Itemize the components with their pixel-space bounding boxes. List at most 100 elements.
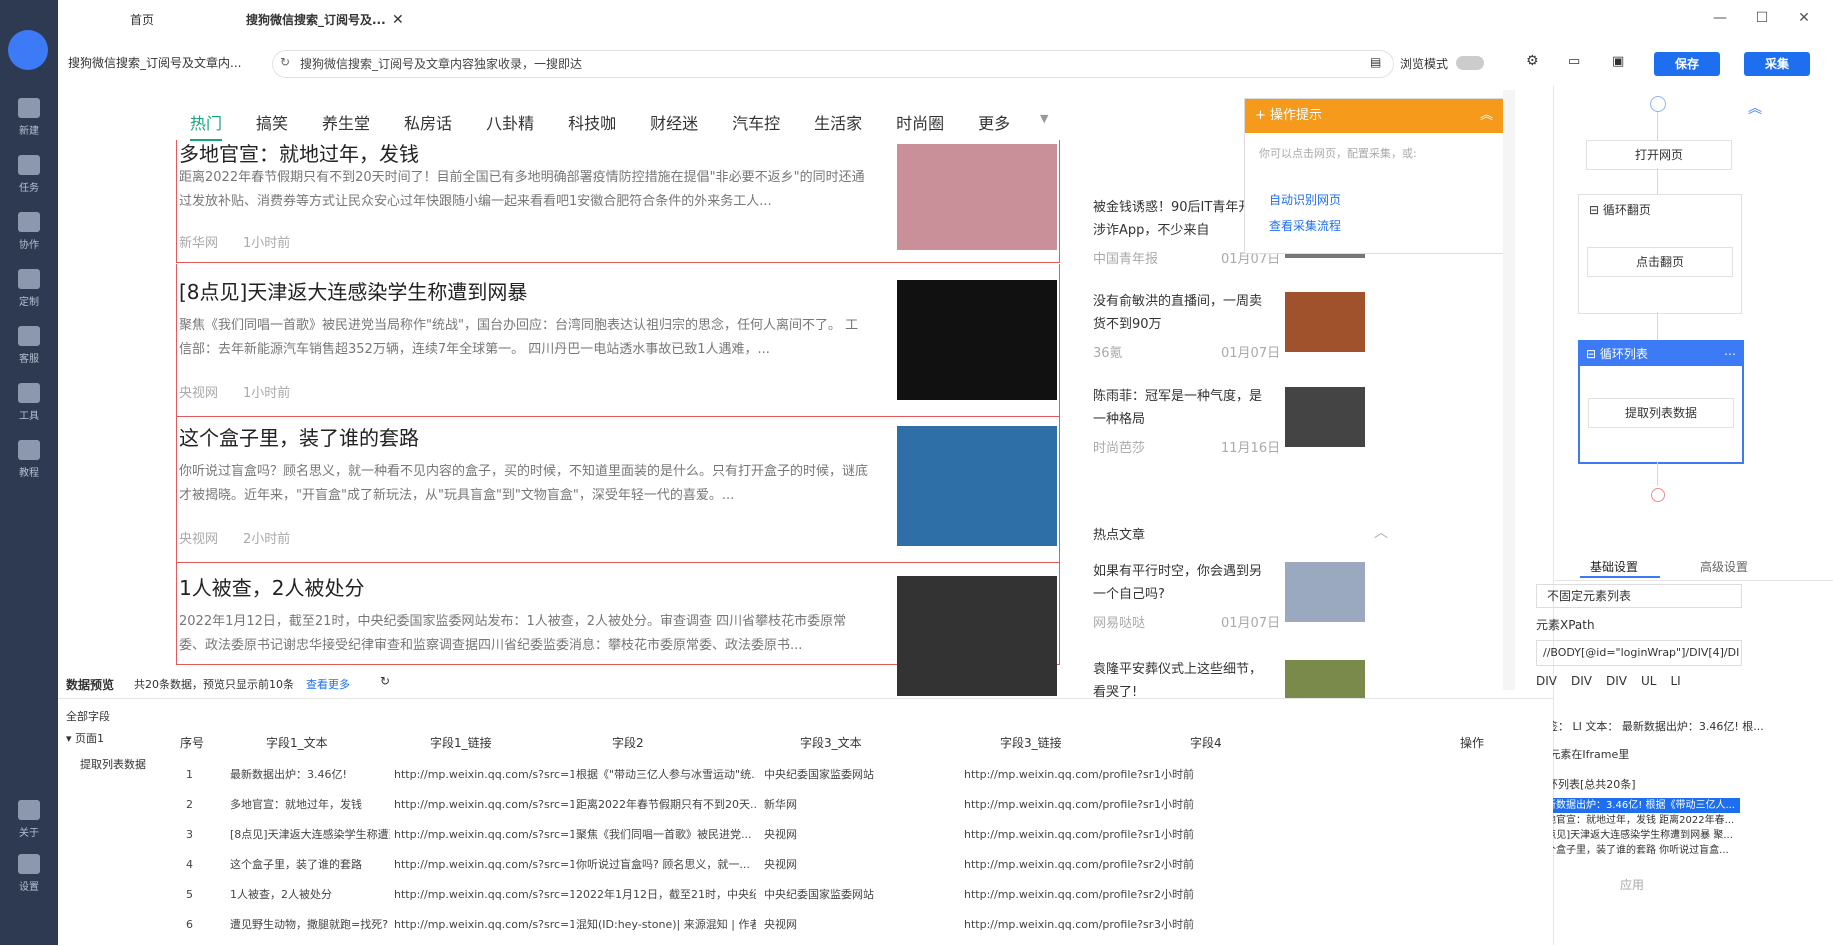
tab-advanced-settings[interactable]: 高级设置 xyxy=(1700,558,1748,575)
tree-all-fields[interactable]: 全部字段 xyxy=(66,708,110,724)
maximize-icon[interactable]: ☐ xyxy=(1754,10,1770,26)
article-title[interactable]: 这个盒子里，装了谁的套路 xyxy=(179,422,419,451)
article-title[interactable]: 1人被查，2人被处分 xyxy=(179,572,364,601)
article-card[interactable]: 这个盒子里，装了谁的套路 你听说过盲盒吗？顾名思义，就一种看不见内容的盒子，买的时… xyxy=(176,410,1060,563)
tab-basic-settings[interactable]: 基础设置 xyxy=(1590,558,1638,575)
article-card[interactable]: 多地官宣：就地过年，发钱 距离2022年春节假期只有不到20天时间了！目前全国已有… xyxy=(176,140,1060,263)
collect-button[interactable]: 采集 xyxy=(1744,52,1810,76)
category-tab[interactable]: 搞笑 xyxy=(256,114,288,133)
crumb-item[interactable]: DIV xyxy=(1606,674,1627,688)
browse-mode-toggle[interactable] xyxy=(1456,56,1484,70)
article-image[interactable] xyxy=(897,426,1057,546)
xpath-input[interactable]: //BODY[@id="loginWrap"]/DIV[4]/DI xyxy=(1536,640,1742,666)
article-title[interactable]: [8点见]天津返大连感染学生称遭到网暴 xyxy=(179,276,527,305)
loop-list-entry[interactable]: 最新数据出炉：3.46亿! 根据《带动三亿人... xyxy=(1536,798,1740,813)
tip-header[interactable]: + 操作提示 ︽ xyxy=(1245,99,1503,133)
article-card[interactable]: [8点见]天津返大连感染学生称遭到网暴 聚焦《我们同唱一首歌》被民进党当局称作"统… xyxy=(176,264,1060,417)
loop-list-entry[interactable]: [8点见]天津返大连感染学生称遭到网暴 聚... xyxy=(1536,828,1740,843)
table-cell[interactable]: http://mp.weixin.qq.com/profile?src... xyxy=(964,880,1154,910)
nav-item-6[interactable]: 教程 xyxy=(0,440,58,479)
side-news-image[interactable] xyxy=(1285,562,1365,622)
loop-list-entry[interactable]: 这个盒子里，装了谁的套路 你听说过盲盒... xyxy=(1536,843,1740,858)
auto-detect-link[interactable]: 自动识别网页 xyxy=(1269,191,1341,208)
side-news-image[interactable] xyxy=(1285,387,1365,447)
side-news-item[interactable]: 没有俞敏洪的直播间，一周卖货不到90万 36氪 01月07日 xyxy=(1093,290,1413,366)
category-tab[interactable]: 更多 xyxy=(978,114,1010,133)
collapse-icon[interactable]: ︽ xyxy=(1480,99,1493,133)
refresh-icon[interactable]: ↻ xyxy=(280,55,290,69)
category-tab[interactable]: 私房话 xyxy=(404,114,452,133)
crumb-item[interactable]: DIV xyxy=(1536,674,1557,688)
tab-home[interactable]: 首页 xyxy=(130,8,154,32)
side-news-image[interactable] xyxy=(1285,292,1365,352)
nav-item-4[interactable]: 客服 xyxy=(0,326,58,365)
crumb-item[interactable]: DIV xyxy=(1571,674,1592,688)
nav-item-0[interactable]: 新建 xyxy=(0,98,58,137)
category-tab[interactable]: 汽车控 xyxy=(732,114,780,133)
table-cell[interactable]: http://mp.weixin.qq.com/s?src=11&... xyxy=(394,790,574,820)
tree-extract[interactable]: 提取列表数据 xyxy=(80,756,146,772)
article-image[interactable] xyxy=(897,144,1057,250)
category-tab[interactable]: 八卦精 xyxy=(486,114,534,133)
nav-item-1[interactable]: 任务 xyxy=(0,155,58,194)
category-tab[interactable]: 财经迷 xyxy=(650,114,698,133)
crumb-item[interactable]: LI xyxy=(1670,674,1680,688)
flow-open-page[interactable]: 打开网页 xyxy=(1586,140,1732,170)
save-button[interactable]: 保存 xyxy=(1654,52,1720,76)
table-cell[interactable]: http://mp.weixin.qq.com/profile?src... xyxy=(964,790,1154,820)
table-cell[interactable]: http://mp.weixin.qq.com/s?src=11&... xyxy=(394,910,574,940)
flow-loop-page[interactable]: ⊟ 循环翻页 点击翻页 xyxy=(1578,194,1742,314)
gear-icon[interactable]: ⚙ xyxy=(1526,53,1539,69)
crumb-item[interactable]: UL xyxy=(1641,674,1656,688)
category-tab[interactable]: 科技咖 xyxy=(568,114,616,133)
table-cell[interactable]: http://mp.weixin.qq.com/profile?src... xyxy=(964,820,1154,850)
side-news-item[interactable]: 陈雨菲：冠军是一种气度，是一种格局 时尚芭莎 11月16日 xyxy=(1093,385,1413,461)
table-cell[interactable]: http://mp.weixin.qq.com/s?src=11&... xyxy=(394,760,574,790)
nav-item-5[interactable]: 工具 xyxy=(0,383,58,422)
view-more-link[interactable]: 查看更多 xyxy=(306,676,350,692)
collapse-top-icon[interactable]: ︽ xyxy=(1748,98,1762,118)
article-image[interactable] xyxy=(897,576,1057,696)
layout-icon[interactable]: ▣ xyxy=(1612,54,1624,69)
table-cell[interactable]: http://mp.weixin.qq.com/s?src=11&... xyxy=(394,820,574,850)
side-news-title[interactable]: 陈雨菲：冠军是一种气度，是一种格局 xyxy=(1093,385,1271,431)
article-image[interactable] xyxy=(897,280,1057,400)
flow-loop-list[interactable]: ⊟ 循环列表 ⋯ 提取列表数据 xyxy=(1578,340,1744,464)
tab-sogou[interactable]: 搜狗微信搜索_订阅号及... xyxy=(246,8,386,32)
category-tab[interactable]: 时尚圈 xyxy=(896,114,944,133)
page-icon[interactable]: ▤ xyxy=(1370,55,1381,69)
nav-bottom-item-1[interactable]: 设置 xyxy=(0,854,58,893)
table-cell[interactable]: http://mp.weixin.qq.com/profile?src... xyxy=(964,760,1154,790)
close-window-icon[interactable]: ✕ xyxy=(1796,10,1812,26)
flow-extract[interactable]: 提取列表数据 xyxy=(1588,398,1734,428)
nav-bottom-item-0[interactable]: 关于 xyxy=(0,800,58,839)
play-icon[interactable] xyxy=(1650,96,1666,112)
chevron-up-icon[interactable]: ︿ xyxy=(1374,522,1388,542)
side-news-title[interactable]: 没有俞敏洪的直播间，一周卖货不到90万 xyxy=(1093,290,1271,336)
article-card[interactable]: 1人被查，2人被处分 2022年1月12日，截至21时，中央纪委国家监委网站发布：… xyxy=(176,560,1060,696)
category-tab[interactable]: 养生堂 xyxy=(322,114,370,133)
table-cell[interactable]: http://mp.weixin.qq.com/profile?src... xyxy=(964,910,1154,940)
side-news-item[interactable]: 如果有平行时空，你会遇到另一个自己吗? 网易哒哒 01月07日 xyxy=(1093,560,1413,636)
category-tab[interactable]: 生活家 xyxy=(814,114,862,133)
table-cell[interactable]: http://mp.weixin.qq.com/s?src=11&... xyxy=(394,850,574,880)
minimize-icon[interactable]: — xyxy=(1712,10,1728,26)
close-tab-icon[interactable]: ✕ xyxy=(392,12,404,28)
panel-icon[interactable]: ▭ xyxy=(1568,54,1580,69)
side-news-title[interactable]: 如果有平行时空，你会遇到另一个自己吗? xyxy=(1093,560,1271,606)
nav-item-3[interactable]: 定制 xyxy=(0,269,58,308)
tree-page1[interactable]: ▾ 页面1 xyxy=(66,730,104,746)
flow-click-page[interactable]: 点击翻页 xyxy=(1587,247,1733,277)
table-cell[interactable]: http://mp.weixin.qq.com/s?src=11&... xyxy=(394,880,574,910)
nav-item-2[interactable]: 协作 xyxy=(0,212,58,251)
scrollbar[interactable] xyxy=(1503,90,1515,690)
loop-list-entry[interactable]: 多地官宣：就地过年，发钱 距离2022年春... xyxy=(1536,813,1740,828)
view-flow-link[interactable]: 查看采集流程 xyxy=(1269,217,1341,234)
category-tab[interactable]: 热门 xyxy=(190,114,223,141)
more-icon[interactable]: ⋯ xyxy=(1724,342,1736,366)
table-cell[interactable]: http://mp.weixin.qq.com/profile?src... xyxy=(964,850,1154,880)
article-title[interactable]: 多地官宣：就地过年，发钱 xyxy=(179,138,419,167)
apply-button[interactable]: 应用 xyxy=(1620,876,1644,893)
element-type-select[interactable]: 不固定元素列表 xyxy=(1536,584,1742,608)
refresh-preview-icon[interactable]: ↻ xyxy=(380,674,390,688)
